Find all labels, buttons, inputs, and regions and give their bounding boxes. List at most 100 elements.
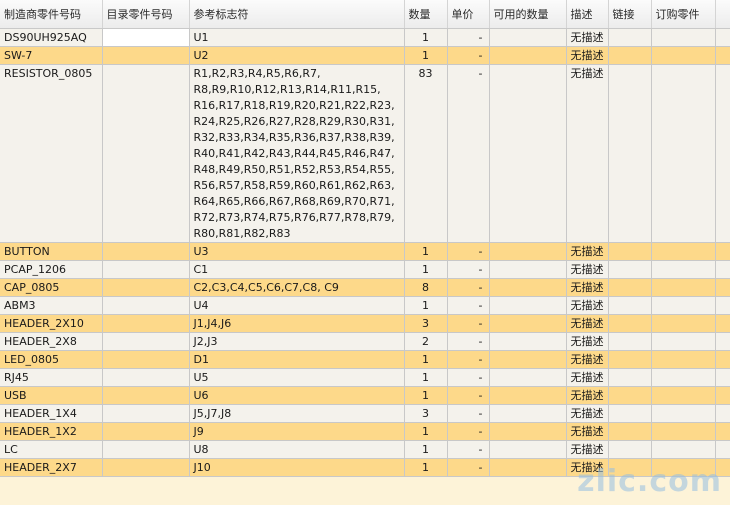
table-row[interactable]: HEADER_1X2 J9 1- 无描述 bbox=[0, 422, 730, 441]
cell-order-part[interactable] bbox=[651, 64, 716, 243]
cell-extra[interactable] bbox=[715, 386, 730, 405]
cell-order-part[interactable] bbox=[651, 404, 716, 423]
cell-order-part[interactable] bbox=[651, 260, 716, 279]
cell-description[interactable]: 无描述 bbox=[566, 440, 609, 459]
cell-extra[interactable] bbox=[715, 260, 730, 279]
cell-link[interactable] bbox=[608, 332, 652, 351]
cell-catalog-part[interactable] bbox=[102, 368, 190, 387]
cell-quantity[interactable]: 83 bbox=[404, 64, 448, 243]
cell-order-part[interactable] bbox=[651, 332, 716, 351]
cell-order-part[interactable] bbox=[651, 314, 716, 333]
cell-available-qty[interactable] bbox=[489, 260, 567, 279]
table-row[interactable]: RESISTOR_0805 R1,R2,R3,R4,R5,R6,R7, R8,R9… bbox=[0, 64, 730, 243]
cell-designators[interactable]: C1 bbox=[189, 260, 405, 279]
cell-quantity[interactable]: 1 bbox=[404, 260, 448, 279]
cell-available-qty[interactable] bbox=[489, 314, 567, 333]
cell-designators[interactable]: R1,R2,R3,R4,R5,R6,R7, R8,R9,R10,R12,R13,… bbox=[189, 64, 405, 243]
cell-catalog-part[interactable] bbox=[102, 350, 190, 369]
cell-designators[interactable]: U1 bbox=[189, 28, 405, 47]
cell-link[interactable] bbox=[608, 368, 652, 387]
cell-extra[interactable] bbox=[715, 350, 730, 369]
cell-description[interactable]: 无描述 bbox=[566, 46, 609, 65]
cell-mfr-part[interactable]: RJ45 bbox=[0, 368, 103, 387]
cell-catalog-part[interactable] bbox=[102, 64, 190, 243]
cell-description[interactable]: 无描述 bbox=[566, 278, 609, 297]
cell-quantity[interactable]: 1 bbox=[404, 46, 448, 65]
cell-available-qty[interactable] bbox=[489, 350, 567, 369]
cell-extra[interactable] bbox=[715, 440, 730, 459]
cell-link[interactable] bbox=[608, 260, 652, 279]
cell-unit-price[interactable]: - bbox=[447, 314, 490, 333]
cell-description[interactable]: 无描述 bbox=[566, 64, 609, 243]
column-header-available-qty[interactable]: 可用的数量 bbox=[489, 0, 567, 29]
cell-order-part[interactable] bbox=[651, 242, 716, 261]
cell-catalog-part[interactable] bbox=[102, 278, 190, 297]
cell-order-part[interactable] bbox=[651, 350, 716, 369]
cell-designators[interactable]: U2 bbox=[189, 46, 405, 65]
cell-quantity[interactable]: 8 bbox=[404, 278, 448, 297]
cell-description[interactable]: 无描述 bbox=[566, 314, 609, 333]
table-row[interactable]: DS90UH925AQ U1 1- 无描述 bbox=[0, 28, 730, 47]
table-row[interactable]: HEADER_2X7 J10 1- 无描述 bbox=[0, 458, 730, 477]
cell-designators[interactable]: J1,J4,J6 bbox=[189, 314, 405, 333]
cell-designators[interactable]: U6 bbox=[189, 386, 405, 405]
cell-available-qty[interactable] bbox=[489, 278, 567, 297]
cell-description[interactable]: 无描述 bbox=[566, 332, 609, 351]
table-row[interactable]: LED_0805 D1 1- 无描述 bbox=[0, 350, 730, 369]
cell-mfr-part[interactable]: HEADER_1X2 bbox=[0, 422, 103, 441]
column-header-order-part[interactable]: 订购零件 bbox=[651, 0, 716, 29]
cell-mfr-part[interactable]: PCAP_1206 bbox=[0, 260, 103, 279]
cell-quantity[interactable]: 1 bbox=[404, 440, 448, 459]
column-header-unit-price[interactable]: 单价 bbox=[447, 0, 490, 29]
cell-available-qty[interactable] bbox=[489, 458, 567, 477]
cell-mfr-part[interactable]: DS90UH925AQ bbox=[0, 28, 103, 47]
cell-extra[interactable] bbox=[715, 296, 730, 315]
table-row[interactable]: SW-7 U2 1- 无描述 bbox=[0, 46, 730, 65]
cell-extra[interactable] bbox=[715, 332, 730, 351]
cell-designators[interactable]: U4 bbox=[189, 296, 405, 315]
cell-available-qty[interactable] bbox=[489, 242, 567, 261]
table-row[interactable]: PCAP_1206 C1 1- 无描述 bbox=[0, 260, 730, 279]
cell-unit-price[interactable]: - bbox=[447, 440, 490, 459]
cell-catalog-part[interactable] bbox=[102, 260, 190, 279]
cell-designators[interactable]: U5 bbox=[189, 368, 405, 387]
cell-unit-price[interactable]: - bbox=[447, 458, 490, 477]
cell-order-part[interactable] bbox=[651, 368, 716, 387]
table-row[interactable]: CAP_0805 C2,C3,C4,C5,C6,C7,C8, C9 8- 无描述 bbox=[0, 278, 730, 297]
cell-link[interactable] bbox=[608, 440, 652, 459]
cell-extra[interactable] bbox=[715, 458, 730, 477]
cell-order-part[interactable] bbox=[651, 46, 716, 65]
cell-available-qty[interactable] bbox=[489, 296, 567, 315]
cell-link[interactable] bbox=[608, 458, 652, 477]
cell-available-qty[interactable] bbox=[489, 28, 567, 47]
cell-unit-price[interactable]: - bbox=[447, 260, 490, 279]
cell-designators[interactable]: C2,C3,C4,C5,C6,C7,C8, C9 bbox=[189, 278, 405, 297]
cell-link[interactable] bbox=[608, 350, 652, 369]
cell-quantity[interactable]: 1 bbox=[404, 386, 448, 405]
cell-catalog-part[interactable] bbox=[102, 440, 190, 459]
cell-designators[interactable]: U8 bbox=[189, 440, 405, 459]
cell-quantity[interactable]: 1 bbox=[404, 296, 448, 315]
cell-available-qty[interactable] bbox=[489, 440, 567, 459]
cell-link[interactable] bbox=[608, 28, 652, 47]
cell-unit-price[interactable]: - bbox=[447, 422, 490, 441]
cell-available-qty[interactable] bbox=[489, 386, 567, 405]
cell-unit-price[interactable]: - bbox=[447, 386, 490, 405]
cell-extra[interactable] bbox=[715, 242, 730, 261]
cell-mfr-part[interactable]: USB bbox=[0, 386, 103, 405]
table-row[interactable]: BUTTON U3 1- 无描述 bbox=[0, 242, 730, 261]
cell-link[interactable] bbox=[608, 386, 652, 405]
cell-extra[interactable] bbox=[715, 314, 730, 333]
cell-mfr-part[interactable]: SW-7 bbox=[0, 46, 103, 65]
cell-available-qty[interactable] bbox=[489, 422, 567, 441]
table-row[interactable]: HEADER_2X8 J2,J3 2- 无描述 bbox=[0, 332, 730, 351]
table-row[interactable]: HEADER_2X10 J1,J4,J6 3- 无描述 bbox=[0, 314, 730, 333]
cell-catalog-part[interactable] bbox=[102, 404, 190, 423]
cell-unit-price[interactable]: - bbox=[447, 64, 490, 243]
cell-order-part[interactable] bbox=[651, 296, 716, 315]
cell-designators[interactable]: J2,J3 bbox=[189, 332, 405, 351]
cell-quantity[interactable]: 1 bbox=[404, 458, 448, 477]
column-header-quantity[interactable]: 数量 bbox=[404, 0, 448, 29]
cell-extra[interactable] bbox=[715, 422, 730, 441]
cell-description[interactable]: 无描述 bbox=[566, 458, 609, 477]
